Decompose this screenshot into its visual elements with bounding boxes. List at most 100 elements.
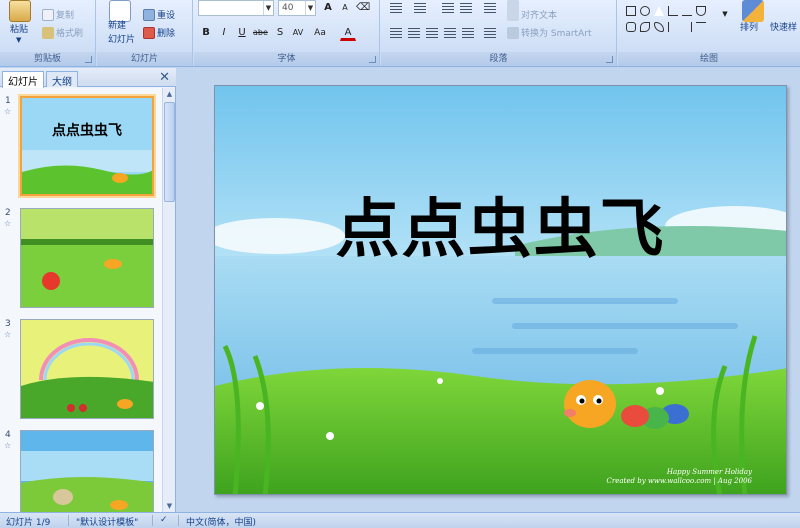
current-slide[interactable]: 点点虫虫飞 Happy Summer Holiday Created by ww… [214,85,787,495]
shapes-more-button[interactable]: ▼ [717,6,733,22]
thumbnail-number: 1 [5,96,11,106]
paste-dropdown[interactable]: ▼ [16,36,21,44]
slide-thumbnail-2[interactable] [20,208,154,308]
convert-smartart-button[interactable]: 转换为 SmartArt [507,26,591,39]
clipboard-launcher[interactable] [85,56,92,63]
thumbnail-1-image [22,98,152,194]
quick-styles-button[interactable]: 快速样 [770,20,797,33]
close-icon[interactable]: ✕ [159,70,170,85]
align-center-button[interactable] [405,25,421,41]
animation-star-icon: ☆ [4,107,12,116]
strikethrough-button[interactable]: abe [252,25,268,41]
grow-font-button[interactable]: A [320,0,336,16]
status-bar: 幻灯片 1/9 "默认设计模板" ✓ 中文(简体，中国) [0,512,800,528]
shape-curve-icon[interactable] [640,22,650,32]
decrease-indent-button[interactable] [439,0,455,16]
tab-outline[interactable]: 大纲 [46,71,78,88]
shape-bracket-icon[interactable] [682,22,692,32]
justify-button[interactable] [441,25,457,41]
copy-button[interactable]: 复制 [42,8,74,21]
copy-icon [42,8,54,21]
numbering-button[interactable] [411,0,427,16]
align-right-button[interactable] [423,25,439,41]
delete-icon [143,26,155,39]
thumbnail-4-image [21,431,153,512]
language-indicator[interactable]: 中文(简体，中国) [186,515,256,528]
italic-button[interactable]: I [216,25,232,41]
new-slide-icon[interactable] [109,0,131,22]
shape-rounded-rect-icon[interactable] [626,22,636,32]
slide-footer-caption: Happy Summer Holiday Created by www.wall… [607,468,752,486]
font-size-combo[interactable]: 40 ▼ [278,0,316,16]
status-divider [178,515,179,526]
scroll-thumb[interactable] [164,102,175,202]
slide-title[interactable]: 点点虫虫飞 [215,178,786,270]
shape-oval-icon[interactable] [640,6,650,16]
shape-brace-icon[interactable] [668,22,678,32]
shape-down-arrow-icon[interactable] [696,6,706,16]
align-text-button[interactable]: 对齐文本 [507,8,557,21]
slide-counter: 幻灯片 1/9 [6,518,51,528]
shape-wave-icon[interactable] [696,22,706,32]
increase-indent-button[interactable] [457,0,473,16]
animation-star-icon: ☆ [4,330,12,339]
new-slide-button[interactable]: 新建 幻灯片 [108,20,135,46]
reset-button[interactable]: 重设 [143,8,175,21]
paste-icon[interactable] [9,0,31,22]
thumbnail-title: 点点虫虫飞 [52,123,122,139]
thumbnail-list[interactable]: 1 ☆ 点点虫虫飞 2 ☆ 3 ☆ 4 ☆ [0,88,163,512]
line-spacing-button[interactable] [481,0,497,16]
shape-arrow-icon[interactable] [682,6,692,16]
animation-star-icon: ☆ [4,441,12,450]
format-painter-button[interactable]: 格式刷 [42,26,83,39]
paste-button[interactable]: 粘贴 [10,22,28,35]
char-spacing-button[interactable]: AV [290,25,306,41]
drawing-group: ▼ 排列 快速样 绘图 [618,0,800,66]
scroll-down-icon[interactable]: ▼ [164,500,175,512]
bold-button[interactable]: B [198,25,214,41]
thumbnail-scrollbar[interactable]: ▲ ▼ [162,88,175,512]
decrease-indent-icon [442,3,454,13]
shape-line-icon[interactable] [668,6,678,16]
bullets-button[interactable] [387,0,403,16]
status-divider [68,515,69,526]
shape-triangle-icon[interactable] [654,6,664,16]
change-case-button[interactable]: Aa [312,25,328,41]
justify-icon [444,28,456,38]
delete-slide-button[interactable]: 删除 [143,26,175,39]
shape-rectangle-icon[interactable] [626,6,636,16]
animation-star-icon: ☆ [4,219,12,228]
shrink-font-button[interactable]: A [337,0,353,16]
paragraph-group: 对齐文本 转换为 SmartArt 段落 [381,0,617,66]
slide-thumbnail-1[interactable]: 点点虫虫飞 [20,96,154,196]
arrange-icon[interactable] [742,0,764,22]
align-left-button[interactable] [387,25,403,41]
shadow-button[interactable]: S [272,25,288,41]
align-text-icon [507,8,519,21]
paragraph-group-label: 段落 [381,52,616,66]
scroll-up-icon[interactable]: ▲ [164,88,175,100]
spellcheck-icon[interactable]: ✓ [160,515,168,525]
arrange-button[interactable]: 排列 [740,20,758,33]
ribbon: 粘贴 ▼ 复制 格式刷 剪贴板 新建 幻灯片 重设 删除 幻灯片 ▼ 40 ▼ A … [0,0,800,67]
font-color-button[interactable]: A [340,25,356,41]
distribute-button[interactable] [459,25,475,41]
columns-button[interactable] [481,25,497,41]
shape-star-icon[interactable] [654,22,664,32]
underline-button[interactable]: U [234,25,250,41]
font-launcher[interactable] [369,56,376,63]
paragraph-launcher[interactable] [606,56,613,63]
slide-thumbnail-3[interactable] [20,319,154,419]
clear-format-button[interactable]: ⌫ [355,0,371,16]
tab-slides[interactable]: 幻灯片 [2,71,44,88]
panel-tabs: 幻灯片 大纲 ✕ [0,68,176,88]
bullets-icon [390,3,402,13]
slides-group-label: 幻灯片 [97,52,192,66]
font-name-combo[interactable]: ▼ [198,0,274,16]
line-spacing-icon [484,3,496,13]
slide-background-image [215,86,786,494]
font-group: ▼ 40 ▼ A A ⌫ B I U abe S AV Aa A 字体 [194,0,380,66]
drawing-group-label: 绘图 [618,52,800,66]
reset-icon [143,8,155,21]
slide-thumbnail-4[interactable] [20,430,154,512]
